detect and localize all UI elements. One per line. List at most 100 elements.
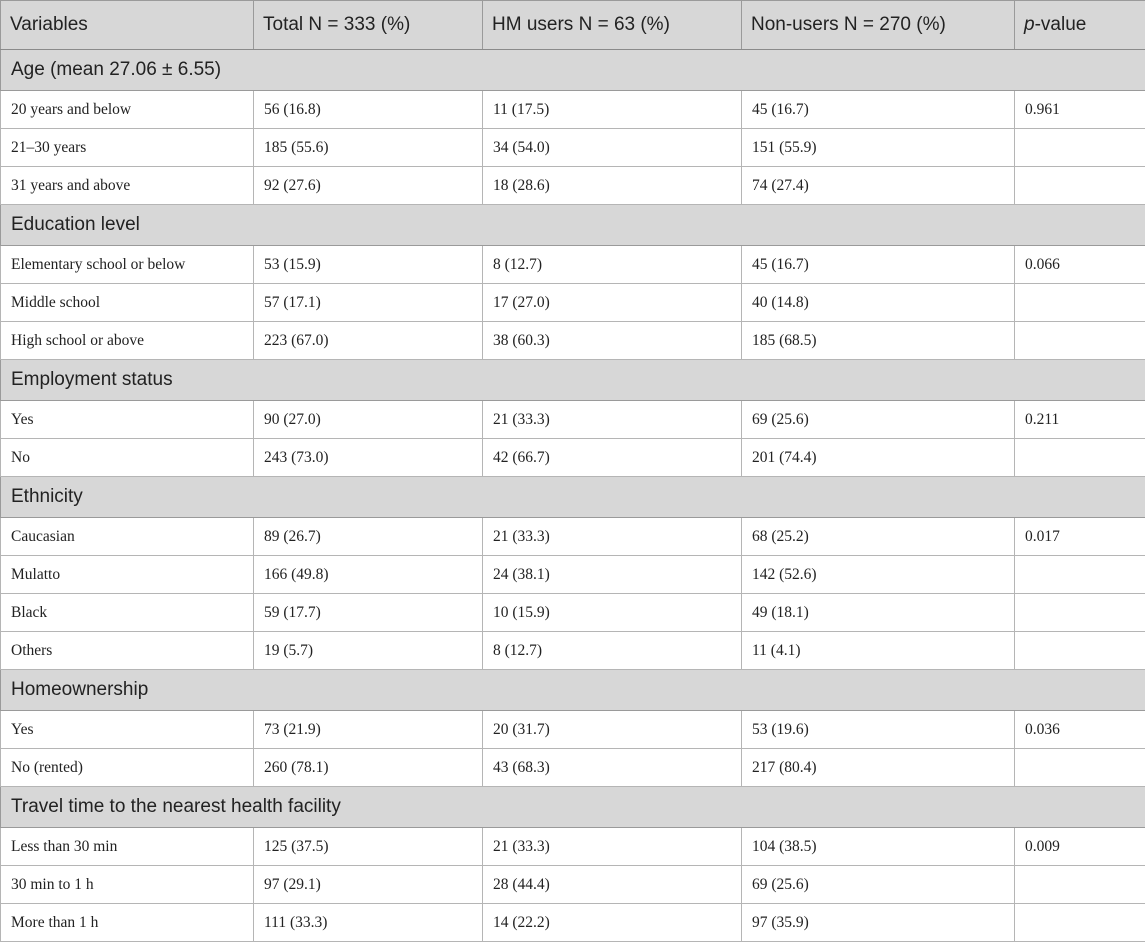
section-title: Age (mean 27.06 ± 6.55)	[0, 49, 1145, 91]
table-row: 20 years and below 56 (16.8) 11 (17.5) 45 (…	[0, 90, 1145, 129]
table-row: Elementary school or below 53 (15.9) 8 (12…	[0, 245, 1145, 284]
header-p-value: p-value	[1014, 0, 1145, 50]
cell-total: 19 (5.7)	[253, 631, 483, 670]
section-row: Age (mean 27.06 ± 6.55)	[0, 49, 1145, 91]
section-row: Ethnicity	[0, 476, 1145, 518]
cell-p-value	[1014, 865, 1145, 904]
table-row: 30 min to 1 h 97 (29.1) 28 (44.4) 69 (25.6)	[0, 865, 1145, 904]
cell-variable: Others	[0, 631, 254, 670]
cell-total: 243 (73.0)	[253, 438, 483, 477]
cell-non-users: 104 (38.5)	[741, 827, 1015, 866]
header-row: Variables Total N = 333 (%) HM users N =…	[0, 0, 1145, 50]
cell-p-value: 0.036	[1014, 710, 1145, 749]
section-row: Travel time to the nearest health facili…	[0, 786, 1145, 828]
section-row: Education level	[0, 204, 1145, 246]
cell-hm-users: 8 (12.7)	[482, 245, 742, 284]
cell-non-users: 69 (25.6)	[741, 400, 1015, 439]
cell-variable: Middle school	[0, 283, 254, 322]
cell-non-users: 74 (27.4)	[741, 166, 1015, 205]
cell-non-users: 11 (4.1)	[741, 631, 1015, 670]
cell-p-value: 0.017	[1014, 517, 1145, 556]
cell-variable: High school or above	[0, 321, 254, 360]
cell-hm-users: 17 (27.0)	[482, 283, 742, 322]
cell-hm-users: 38 (60.3)	[482, 321, 742, 360]
header-total: Total N = 333 (%)	[253, 0, 483, 50]
section-title: Employment status	[0, 359, 1145, 401]
cell-variable: No (rented)	[0, 748, 254, 787]
cell-variable: 30 min to 1 h	[0, 865, 254, 904]
cell-p-value	[1014, 631, 1145, 670]
table-row: Yes 90 (27.0) 21 (33.3) 69 (25.6) 0.211	[0, 400, 1145, 439]
cell-total: 59 (17.7)	[253, 593, 483, 632]
cell-hm-users: 43 (68.3)	[482, 748, 742, 787]
cell-total: 90 (27.0)	[253, 400, 483, 439]
cell-hm-users: 24 (38.1)	[482, 555, 742, 594]
cell-total: 57 (17.1)	[253, 283, 483, 322]
cell-variable: 20 years and below	[0, 90, 254, 129]
section-title: Ethnicity	[0, 476, 1145, 518]
header-variables: Variables	[0, 0, 254, 50]
cell-hm-users: 18 (28.6)	[482, 166, 742, 205]
table-row: High school or above 223 (67.0) 38 (60.3) 1…	[0, 321, 1145, 360]
table-row: Middle school 57 (17.1) 17 (27.0) 40 (14.8)	[0, 283, 1145, 322]
table-row: Caucasian 89 (26.7) 21 (33.3) 68 (25.2) 0.01…	[0, 517, 1145, 556]
cell-variable: Yes	[0, 400, 254, 439]
table-row: No 243 (73.0) 42 (66.7) 201 (74.4)	[0, 438, 1145, 477]
cell-p-value	[1014, 593, 1145, 632]
cell-variable: 21–30 years	[0, 128, 254, 167]
cell-p-value	[1014, 321, 1145, 360]
cell-non-users: 40 (14.8)	[741, 283, 1015, 322]
cell-hm-users: 14 (22.2)	[482, 903, 742, 942]
table-row: More than 1 h 111 (33.3) 14 (22.2) 97 (35.9…	[0, 903, 1145, 942]
cell-p-value	[1014, 555, 1145, 594]
table-row: 31 years and above 92 (27.6) 18 (28.6) 74 (…	[0, 166, 1145, 205]
table-row: Others 19 (5.7) 8 (12.7) 11 (4.1)	[0, 631, 1145, 670]
cell-total: 260 (78.1)	[253, 748, 483, 787]
table-row: Black 59 (17.7) 10 (15.9) 49 (18.1)	[0, 593, 1145, 632]
section-title: Travel time to the nearest health facili…	[0, 786, 1145, 828]
table-row: Mulatto 166 (49.8) 24 (38.1) 142 (52.6)	[0, 555, 1145, 594]
header-hm-users: HM users N = 63 (%)	[482, 0, 742, 50]
header-p-italic: p	[1024, 14, 1035, 35]
cell-hm-users: 20 (31.7)	[482, 710, 742, 749]
cell-hm-users: 28 (44.4)	[482, 865, 742, 904]
table-body: Age (mean 27.06 ± 6.55) 20 years and belo…	[0, 49, 1145, 942]
cell-p-value	[1014, 283, 1145, 322]
cell-non-users: 217 (80.4)	[741, 748, 1015, 787]
cell-total: 166 (49.8)	[253, 555, 483, 594]
cell-p-value: 0.066	[1014, 245, 1145, 284]
cell-variable: Less than 30 min	[0, 827, 254, 866]
cell-hm-users: 34 (54.0)	[482, 128, 742, 167]
section-row: Homeownership	[0, 669, 1145, 711]
header-p-rest: -value	[1034, 14, 1087, 35]
cell-p-value	[1014, 748, 1145, 787]
cell-hm-users: 42 (66.7)	[482, 438, 742, 477]
cell-p-value	[1014, 166, 1145, 205]
cell-total: 89 (26.7)	[253, 517, 483, 556]
cell-variable: Elementary school or below	[0, 245, 254, 284]
cell-p-value: 0.009	[1014, 827, 1145, 866]
section-row: Employment status	[0, 359, 1145, 401]
cell-total: 97 (29.1)	[253, 865, 483, 904]
cell-non-users: 68 (25.2)	[741, 517, 1015, 556]
cell-p-value	[1014, 128, 1145, 167]
cell-variable: More than 1 h	[0, 903, 254, 942]
cell-hm-users: 21 (33.3)	[482, 517, 742, 556]
cell-total: 223 (67.0)	[253, 321, 483, 360]
cell-variable: Black	[0, 593, 254, 632]
table-row: 21–30 years 185 (55.6) 34 (54.0) 151 (55.9)	[0, 128, 1145, 167]
section-title: Education level	[0, 204, 1145, 246]
cell-total: 53 (15.9)	[253, 245, 483, 284]
cell-total: 73 (21.9)	[253, 710, 483, 749]
cell-non-users: 45 (16.7)	[741, 245, 1015, 284]
cell-variable: Mulatto	[0, 555, 254, 594]
cell-hm-users: 8 (12.7)	[482, 631, 742, 670]
cell-non-users: 69 (25.6)	[741, 865, 1015, 904]
table-row: Less than 30 min 125 (37.5) 21 (33.3) 104 (…	[0, 827, 1145, 866]
cell-total: 125 (37.5)	[253, 827, 483, 866]
cell-non-users: 45 (16.7)	[741, 90, 1015, 129]
demographics-table: Variables Total N = 333 (%) HM users N =…	[0, 0, 1145, 942]
table-header: Variables Total N = 333 (%) HM users N =…	[0, 0, 1145, 50]
cell-hm-users: 21 (33.3)	[482, 400, 742, 439]
cell-hm-users: 10 (15.9)	[482, 593, 742, 632]
